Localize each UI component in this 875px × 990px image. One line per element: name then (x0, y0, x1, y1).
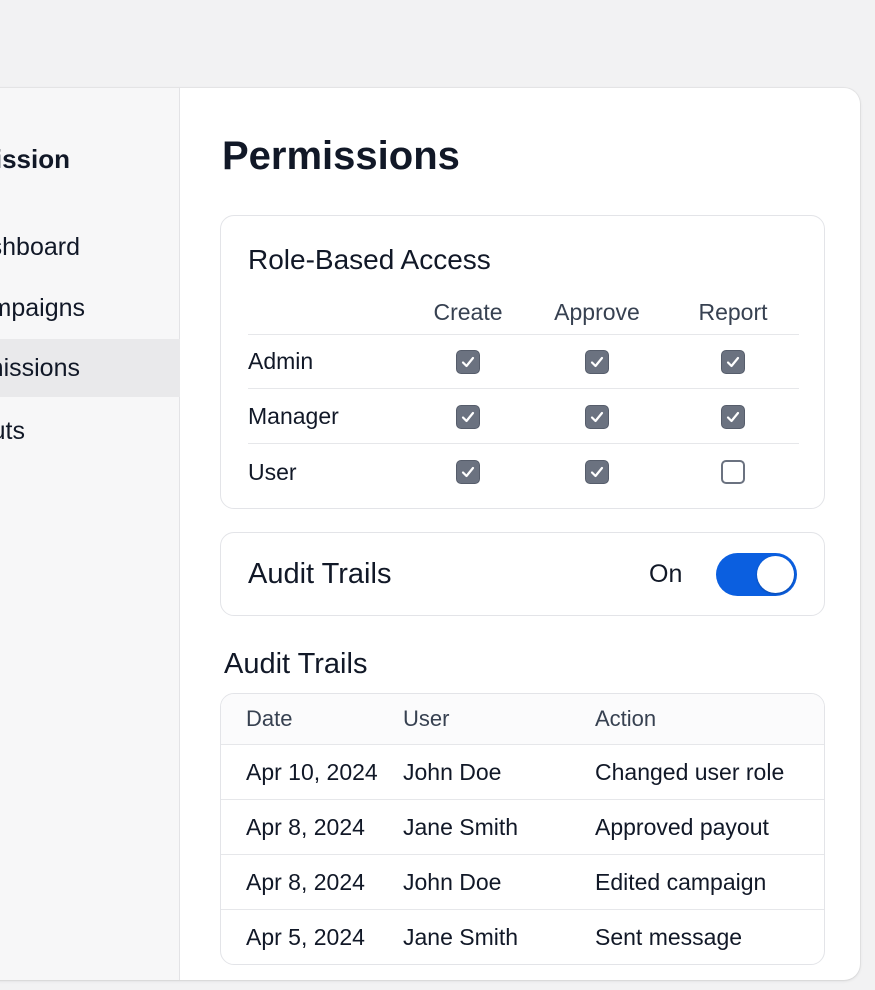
sidebar-title: Permission (0, 144, 70, 174)
column-header-action: Action (595, 706, 657, 731)
audit-action-cell: Sent message (595, 924, 743, 950)
report-permission-checkbox[interactable] (721, 460, 745, 484)
permission-cell-create (398, 445, 538, 499)
checkmark-icon (726, 411, 740, 422)
report-permission-checkbox[interactable] (721, 349, 745, 374)
sidebar-item-payouts[interactable]: Payouts (0, 402, 180, 460)
table-row[interactable]: Apr 10, 2024 John Doe Changed user role (221, 745, 824, 800)
checkmark-icon (590, 466, 604, 478)
approve-permission-checkbox[interactable] (585, 460, 609, 484)
checkmark-icon (461, 466, 475, 478)
permission-row: Admin (248, 335, 799, 389)
audit-log-heading: Audit Trails (224, 648, 368, 680)
audit-date-cell: Apr 10, 2024 (246, 758, 378, 785)
permission-cell-approve (532, 445, 662, 499)
permission-cell-report (668, 390, 798, 443)
audit-log-table: Date User Action Apr 10, 2024 John Doe Cha… (220, 693, 825, 965)
approve-permission-checkbox[interactable] (585, 404, 609, 429)
audit-user-cell: John Doe (403, 868, 502, 895)
audit-date-cell: Apr 8, 2024 (246, 813, 365, 840)
audit-date-cell: Apr 5, 2024 (246, 924, 365, 950)
report-permission-checkbox[interactable] (721, 404, 745, 429)
column-header-create: Create (433, 299, 503, 325)
audit-action-cell: Edited campaign (595, 868, 767, 895)
column-header-date: Date (246, 706, 293, 731)
main-content: Permissions Role-Based Access Create App… (180, 88, 860, 980)
table-row[interactable]: Apr 5, 2024 Jane Smith Sent message (221, 910, 824, 964)
audit-trails-toggle-card: Audit Trails On (220, 532, 825, 616)
audit-log-header-row: Date User Action (221, 694, 824, 745)
permission-cell-approve (532, 335, 662, 388)
column-header-user: User (403, 706, 450, 731)
permissions-header-row: Create Approve Report (248, 291, 799, 335)
create-permission-checkbox[interactable] (456, 404, 480, 429)
table-row[interactable]: Apr 8, 2024 Jane Smith Approved payout (221, 800, 824, 855)
checkmark-icon (590, 411, 604, 422)
sidebar-item-label: Payouts (0, 416, 25, 445)
audit-user-cell: Jane Smith (403, 813, 519, 840)
audit-trails-toggle-label: Audit Trails (248, 557, 392, 590)
page-title: Permissions (222, 134, 460, 178)
table-row[interactable]: Apr 8, 2024 John Doe Edited campaign (221, 855, 824, 910)
toggle-state-label: On (649, 559, 683, 588)
approve-permission-checkbox[interactable] (585, 349, 609, 374)
audit-user-cell: John Doe (403, 758, 502, 785)
column-header-report: Report (698, 299, 768, 325)
permission-row: Manager (248, 390, 799, 444)
checkmark-icon (461, 356, 475, 367)
role-name: User (248, 458, 297, 485)
permission-cell-report (668, 335, 798, 388)
checkmark-icon (726, 356, 740, 367)
permission-cell-create (398, 335, 538, 388)
sidebar-item-label: Permissions (0, 353, 80, 382)
create-permission-checkbox[interactable] (456, 349, 480, 374)
role-based-access-card: Role-Based Access Create Approve Report … (220, 215, 825, 509)
permission-cell-create (398, 390, 538, 443)
audit-user-cell: Jane Smith (403, 924, 519, 950)
role-based-access-title: Role-Based Access (248, 244, 491, 275)
permission-cell-report (668, 445, 798, 499)
sidebar-item-permissions[interactable]: Permissions (0, 339, 180, 397)
sidebar-item-label: Campaigns (0, 293, 85, 322)
audit-action-cell: Approved payout (595, 813, 769, 840)
sidebar: Permission Dashboard Campaigns Permissio… (0, 88, 180, 980)
checkmark-icon (590, 356, 604, 367)
app-window: Permission Dashboard Campaigns Permissio… (0, 88, 860, 980)
audit-date-cell: Apr 8, 2024 (246, 868, 365, 895)
permission-row: User (248, 445, 799, 499)
column-header-approve: Approve (554, 299, 640, 325)
toggle-knob (757, 556, 794, 593)
permission-cell-approve (532, 390, 662, 443)
audit-action-cell: Changed user role (595, 758, 785, 785)
create-permission-checkbox[interactable] (456, 460, 480, 484)
role-name: Admin (248, 348, 314, 374)
audit-trails-toggle-switch[interactable] (716, 553, 797, 596)
checkmark-icon (461, 411, 475, 422)
sidebar-item-dashboard[interactable]: Dashboard (0, 218, 180, 276)
role-name: Manager (248, 403, 339, 429)
sidebar-item-campaigns[interactable]: Campaigns (0, 279, 180, 337)
sidebar-item-label: Dashboard (0, 232, 80, 261)
